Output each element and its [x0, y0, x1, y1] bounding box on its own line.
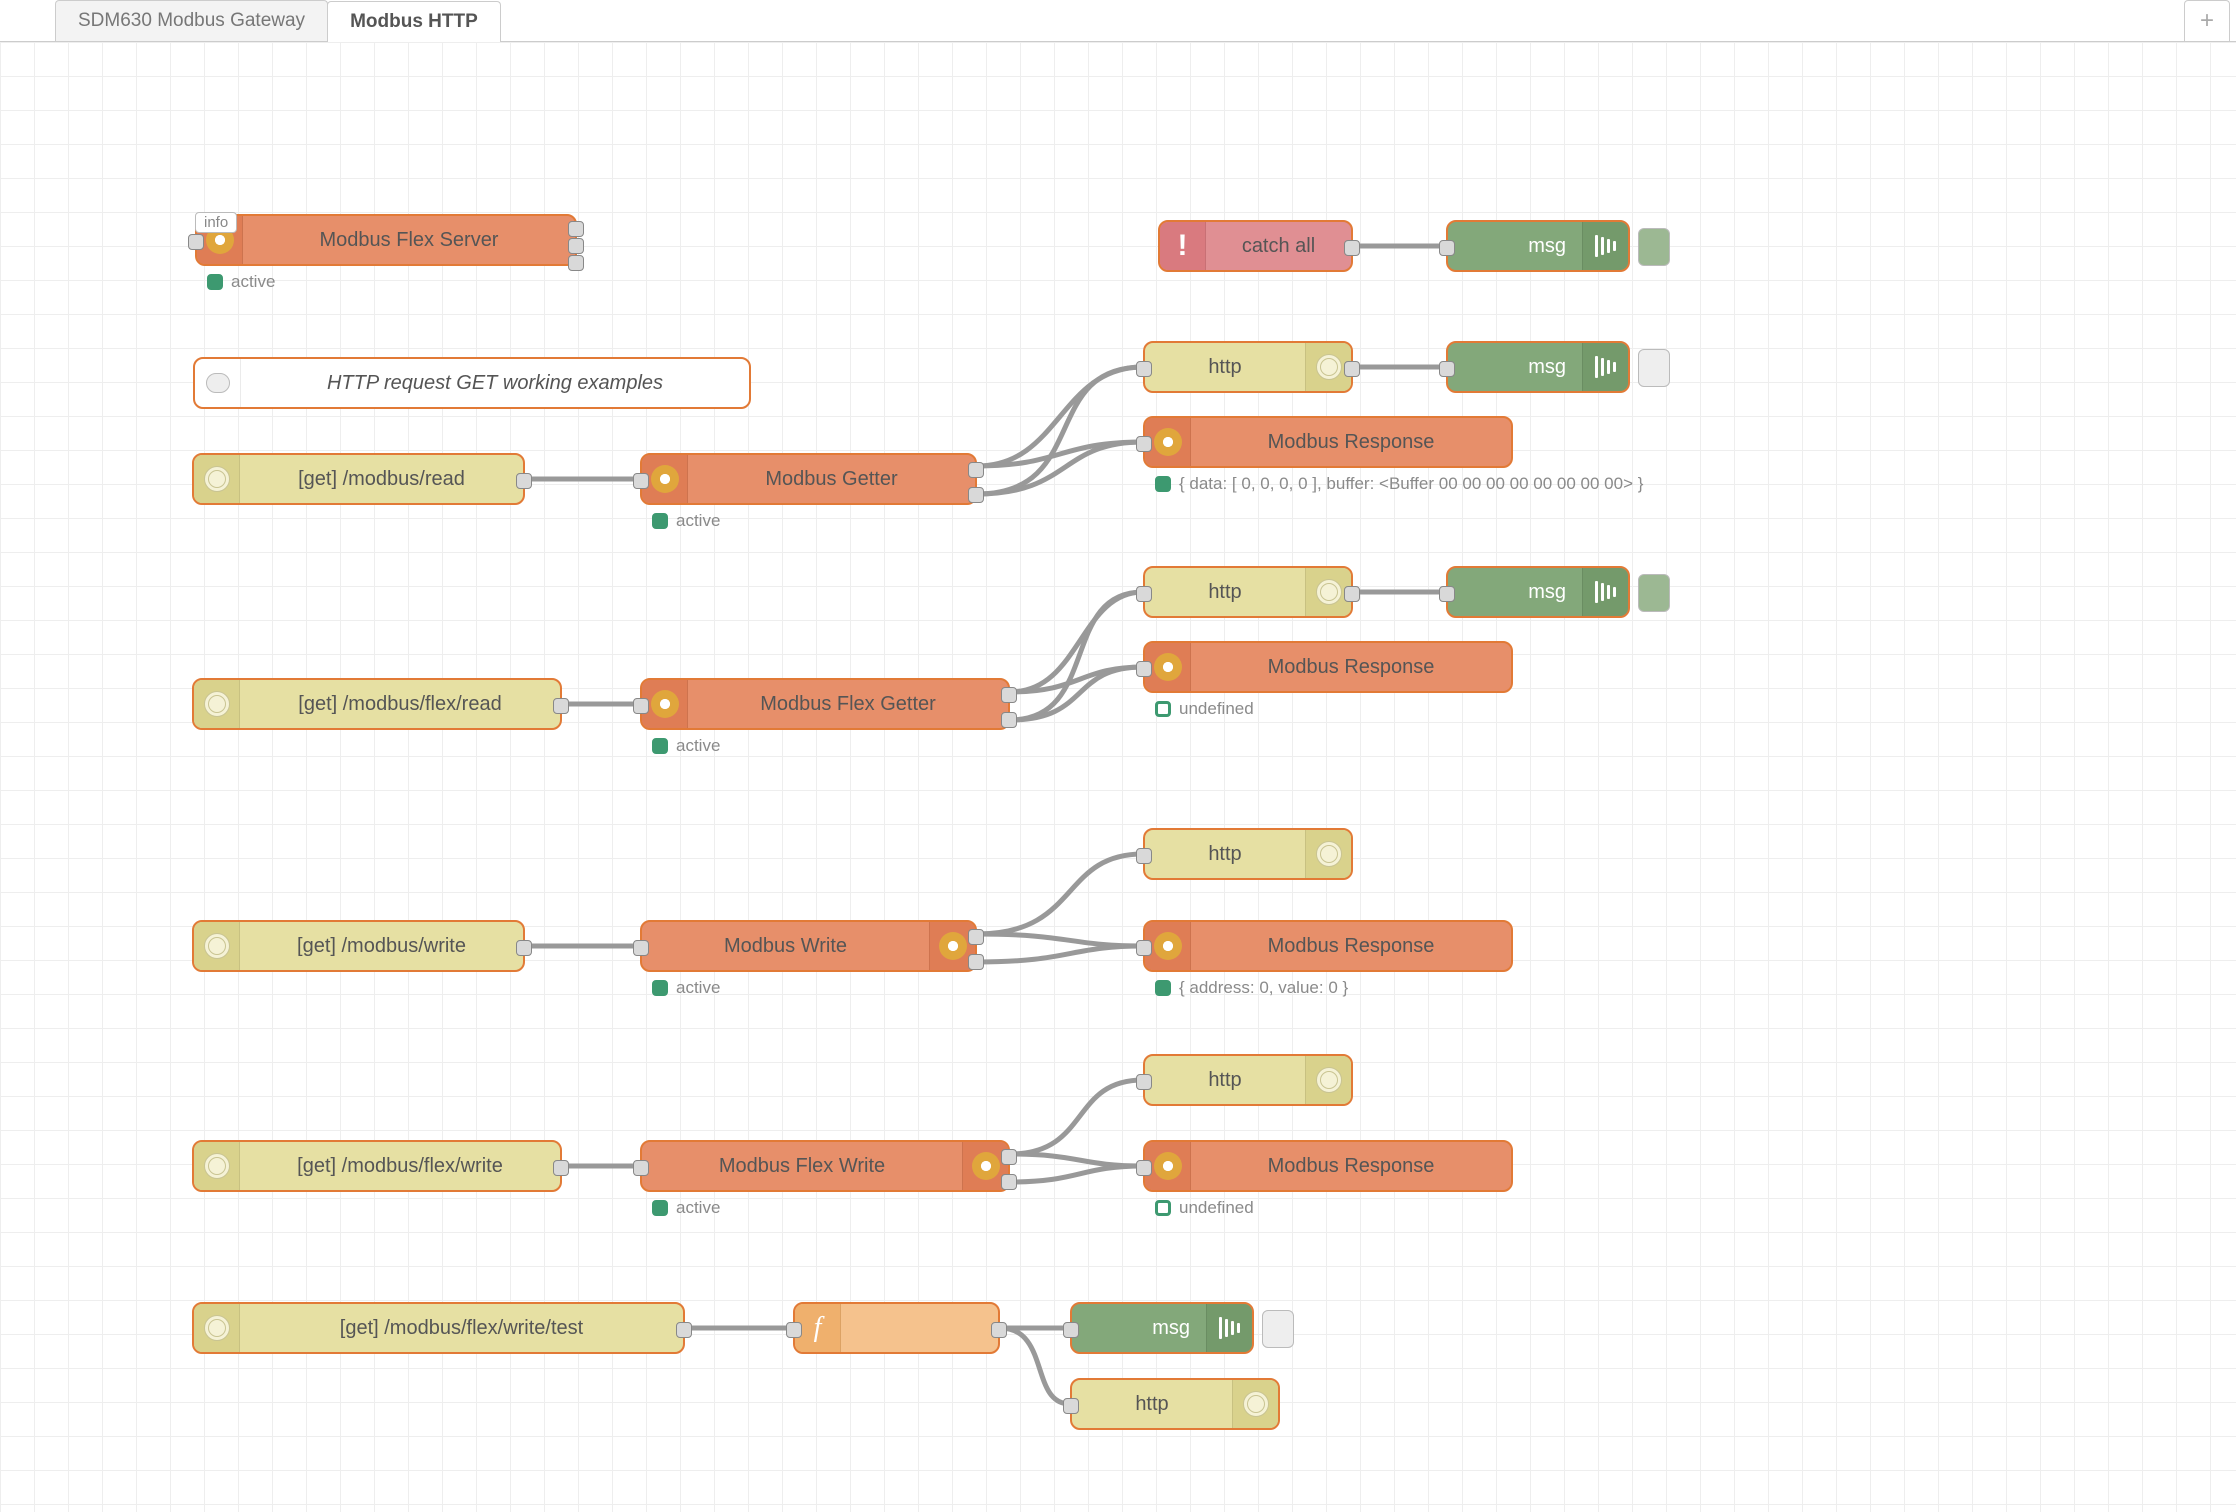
node-label: http [1145, 843, 1305, 866]
node-catch-all[interactable]: ! catch all [1158, 220, 1353, 272]
node-label: msg [1448, 581, 1582, 604]
node-label: Modbus Response [1191, 935, 1511, 958]
node-debug-msg[interactable]: msg [1070, 1302, 1254, 1354]
debug-toggle[interactable] [1638, 228, 1670, 266]
node-label: HTTP request GET working examples [241, 372, 749, 395]
node-label: http [1145, 581, 1305, 604]
flow-canvas[interactable]: Modbus Flex Server info active ! catch a… [0, 42, 2236, 1512]
node-label: Modbus Flex Server [243, 229, 575, 252]
debug-toggle[interactable] [1262, 1310, 1294, 1348]
tab-bar: SDM630 Modbus Gateway Modbus HTTP + [0, 0, 2236, 42]
bars-icon [1206, 1304, 1252, 1352]
node-label: Modbus Flex Write [642, 1155, 962, 1178]
node-label: Modbus Write [642, 935, 929, 958]
node-status: undefined [1155, 699, 1254, 719]
globe-icon [194, 1304, 240, 1352]
node-label: http [1145, 1069, 1305, 1092]
node-status: undefined [1155, 1198, 1254, 1218]
node-modbus-write[interactable]: Modbus Write active [640, 920, 977, 972]
node-label: Modbus Response [1191, 431, 1511, 454]
node-label: Modbus Response [1191, 656, 1511, 679]
globe-icon [1305, 830, 1351, 878]
node-modbus-flex-getter[interactable]: Modbus Flex Getter active [640, 678, 1010, 730]
node-label: Modbus Flex Getter [688, 693, 1008, 716]
node-http-in-flex-write-test[interactable]: [get] /modbus/flex/write/test [192, 1302, 685, 1354]
node-label: http [1145, 356, 1305, 379]
node-http-in-flex-read[interactable]: [get] /modbus/flex/read [192, 678, 562, 730]
node-modbus-response[interactable]: Modbus Response undefined [1143, 1140, 1513, 1192]
node-http-response[interactable]: http [1143, 1054, 1353, 1106]
node-http-in-read[interactable]: [get] /modbus/read [192, 453, 525, 505]
node-status: active [652, 511, 720, 531]
debug-toggle[interactable] [1638, 574, 1670, 612]
node-status: active [652, 978, 720, 998]
node-function[interactable]: f [793, 1302, 1000, 1354]
node-label: Modbus Response [1191, 1155, 1511, 1178]
globe-icon [194, 922, 240, 970]
node-modbus-flex-server[interactable]: Modbus Flex Server info active [195, 214, 577, 266]
node-label: msg [1448, 356, 1582, 379]
node-status: active [652, 736, 720, 756]
tab-sdm630[interactable]: SDM630 Modbus Gateway [55, 0, 328, 41]
node-status: active [652, 1198, 720, 1218]
globe-icon [194, 680, 240, 728]
info-badge: info [195, 212, 237, 233]
node-debug-msg[interactable]: msg [1446, 566, 1630, 618]
node-label: [get] /modbus/flex/read [240, 693, 560, 716]
node-label: [get] /modbus/write [240, 935, 523, 958]
comment-icon [195, 359, 241, 407]
node-label: [get] /modbus/flex/write/test [240, 1317, 683, 1340]
node-debug-msg[interactable]: msg [1446, 341, 1630, 393]
node-label: [get] /modbus/flex/write [240, 1155, 560, 1178]
node-label: msg [1448, 235, 1582, 258]
node-modbus-getter[interactable]: Modbus Getter active [640, 453, 977, 505]
node-http-in-flex-write[interactable]: [get] /modbus/flex/write [192, 1140, 562, 1192]
node-label: http [1072, 1393, 1232, 1416]
node-label: [get] /modbus/read [240, 468, 523, 491]
bars-icon [1582, 222, 1628, 270]
node-modbus-response[interactable]: Modbus Response { data: [ 0, 0, 0, 0 ], … [1143, 416, 1513, 468]
node-http-response[interactable]: http [1070, 1378, 1280, 1430]
node-label: catch all [1206, 235, 1351, 258]
node-status: { data: [ 0, 0, 0, 0 ], buffer: <Buffer … [1155, 474, 1643, 494]
node-status: { address: 0, value: 0 } [1155, 978, 1348, 998]
node-debug-msg[interactable]: msg [1446, 220, 1630, 272]
bars-icon [1582, 343, 1628, 391]
bars-icon [1582, 568, 1628, 616]
globe-icon [194, 455, 240, 503]
globe-icon [194, 1142, 240, 1190]
tab-modbus-http[interactable]: Modbus HTTP [327, 1, 501, 42]
debug-toggle[interactable] [1638, 349, 1670, 387]
node-comment[interactable]: HTTP request GET working examples [193, 357, 751, 409]
node-label: Modbus Getter [688, 468, 975, 491]
node-http-in-write[interactable]: [get] /modbus/write [192, 920, 525, 972]
alert-icon: ! [1160, 222, 1206, 270]
node-modbus-response[interactable]: Modbus Response { address: 0, value: 0 } [1143, 920, 1513, 972]
node-label: msg [1072, 1317, 1206, 1340]
node-http-response[interactable]: http [1143, 341, 1353, 393]
node-modbus-flex-write[interactable]: Modbus Flex Write active [640, 1140, 1010, 1192]
node-status: active [207, 272, 275, 292]
globe-icon [1305, 1056, 1351, 1104]
node-http-response[interactable]: http [1143, 828, 1353, 880]
node-modbus-response[interactable]: Modbus Response undefined [1143, 641, 1513, 693]
tab-add-button[interactable]: + [2184, 0, 2230, 41]
node-http-response[interactable]: http [1143, 566, 1353, 618]
globe-icon [1232, 1380, 1278, 1428]
